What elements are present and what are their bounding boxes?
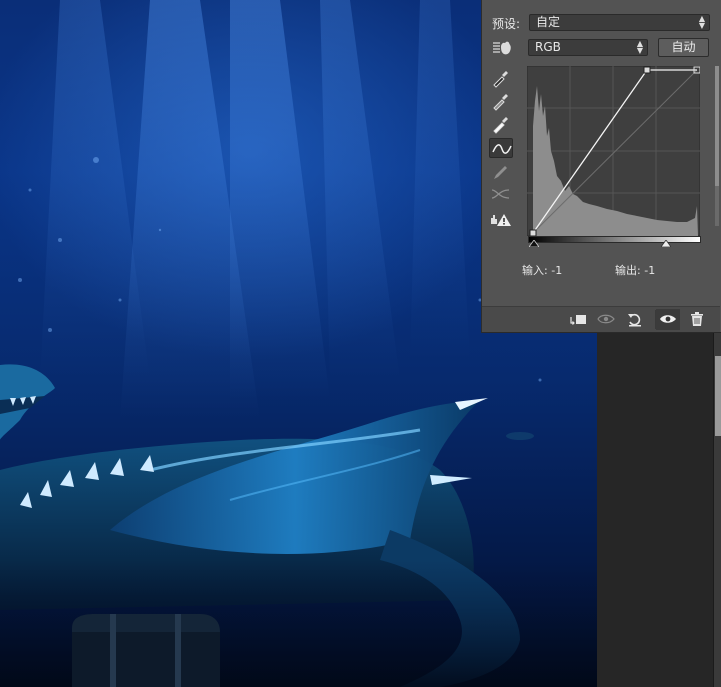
- pencil-tool[interactable]: [489, 162, 513, 182]
- curves-properties-panel: 预设: 自定 ▲ ▼ RGB ▲ ▼ 自动 输入: -1 输出: -1: [481, 0, 721, 333]
- preset-label: 预设:: [492, 17, 521, 31]
- smooth-curve-tool[interactable]: [489, 184, 513, 204]
- output-value: -1: [644, 264, 656, 277]
- eyedropper-gray-tool[interactable]: [489, 91, 513, 111]
- histogram-warning-icon: [491, 214, 511, 226]
- clipping-warning-tool[interactable]: [489, 210, 513, 230]
- input-value: -1: [551, 264, 563, 277]
- panel-bottom-bar: [482, 306, 720, 332]
- eyedropper-black-tool[interactable]: [489, 68, 513, 88]
- view-previous-icon[interactable]: [597, 311, 615, 328]
- eyedropper-gray-icon: [493, 94, 508, 111]
- auto-button[interactable]: 自动: [658, 38, 709, 57]
- dropdown-arrows-icon: ▲ ▼: [636, 39, 643, 55]
- input-label: 输入:: [522, 264, 548, 277]
- pencil-icon: [494, 166, 507, 179]
- input-gradient-bar: [528, 236, 701, 243]
- hand-icon[interactable]: [491, 39, 513, 57]
- channel-value: RGB: [535, 40, 561, 54]
- curves-graph[interactable]: [527, 66, 700, 236]
- input-readout: 输入: -1: [522, 262, 562, 278]
- visibility-toggle[interactable]: [656, 309, 680, 330]
- trash-icon[interactable]: [688, 311, 706, 328]
- clip-to-layer-icon[interactable]: [569, 311, 587, 328]
- scrollbar-thumb[interactable]: [715, 356, 721, 436]
- preset-dropdown[interactable]: 自定 ▲ ▼: [529, 14, 710, 31]
- curve-point-tool[interactable]: [489, 138, 513, 158]
- reset-icon[interactable]: [626, 311, 644, 328]
- eyedropper-black-icon: [493, 71, 508, 88]
- smooth-icon: [491, 189, 510, 199]
- output-readout: 输出: -1: [615, 262, 655, 278]
- visibility-eye-icon: [660, 315, 676, 323]
- panel-scrollbar[interactable]: [715, 66, 719, 226]
- dropdown-arrows-icon: ▲ ▼: [698, 14, 705, 30]
- output-label: 输出:: [615, 264, 641, 277]
- curve-tool-icon: [492, 144, 512, 154]
- eyedropper-white-tool[interactable]: [489, 114, 513, 134]
- preset-value: 自定: [536, 15, 561, 29]
- panel-scrollbar-thumb[interactable]: [715, 66, 719, 186]
- canvas-vertical-scrollbar[interactable]: [713, 330, 721, 687]
- eyedropper-white-icon: [493, 117, 508, 134]
- black-point-slider[interactable]: [529, 240, 539, 247]
- channel-dropdown[interactable]: RGB ▲ ▼: [528, 39, 648, 56]
- white-point-slider[interactable]: [661, 240, 671, 247]
